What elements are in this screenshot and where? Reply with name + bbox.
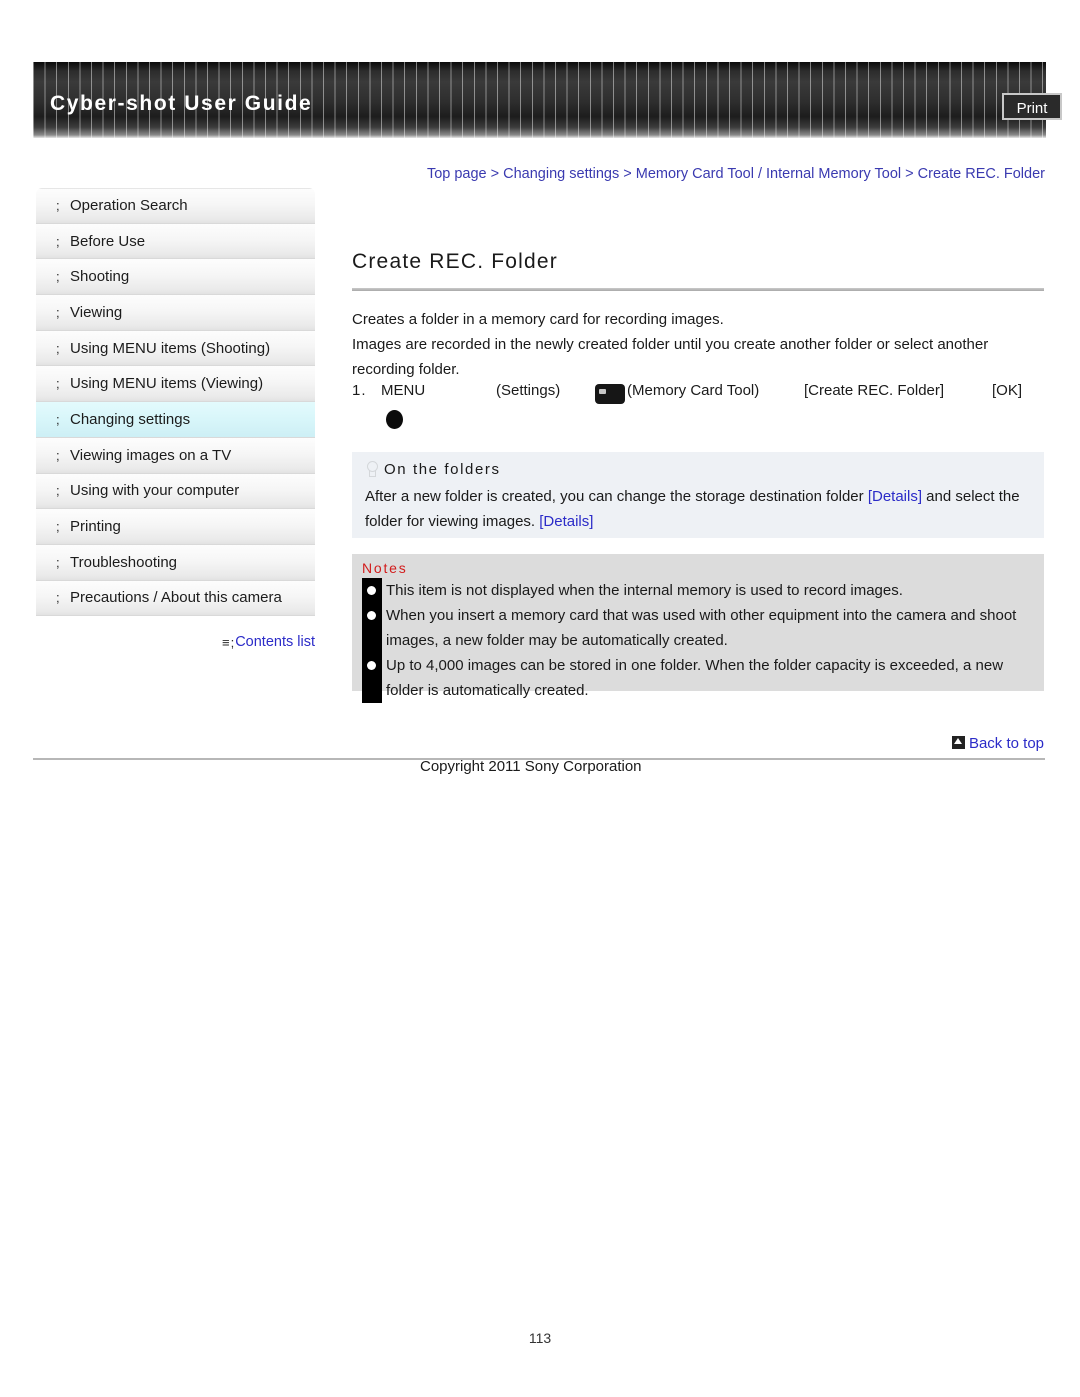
step-number: 1.	[352, 382, 367, 399]
sidebar-item-label: Precautions / About this camera	[70, 589, 282, 607]
step-settings-label: (Settings)	[496, 382, 561, 399]
breadcrumb[interactable]: Top page > Changing settings > Memory Ca…	[350, 162, 1045, 186]
contents-list-label: Contents list	[235, 634, 315, 650]
intro-text: Creates a folder in a memory card for re…	[352, 307, 1044, 382]
tip-heading: On the folders	[384, 460, 501, 478]
app-title: Cyber-shot User Guide	[50, 92, 313, 115]
sidebar-item-using-with-your-computer[interactable]: ; Using with your computer	[36, 473, 315, 510]
sidebar-item-printing[interactable]: ; Printing	[36, 509, 315, 545]
details-link-2[interactable]: [Details]	[539, 513, 593, 530]
intro-line-1: Creates a folder in a memory card for re…	[352, 311, 724, 328]
copyright-text: Copyright 2011 Sony Corporation	[420, 758, 642, 775]
sidebar-marker-icon: ;	[56, 340, 60, 356]
sidebar-marker-icon: ;	[56, 447, 60, 463]
sidebar-item-label: Using with your computer	[70, 482, 240, 500]
note-text: Up to 4,000 images can be stored in one …	[386, 657, 1004, 699]
sidebar-marker-icon: ;	[56, 376, 60, 392]
sidebar-item-precautions-about-this-camera[interactable]: ; Precautions / About this camera	[36, 580, 315, 617]
sidebar-item-label: Changing settings	[70, 410, 191, 428]
step-instruction-row: 1. MENU (Settings) (Memory Card Tool) [C…	[352, 382, 1044, 432]
sidebar-marker-icon: ;	[56, 411, 60, 427]
sidebar-marker-icon: ;	[56, 269, 60, 285]
sidebar-item-troubleshooting[interactable]: ; Troubleshooting	[36, 544, 315, 581]
sidebar-item-label: Viewing images on a TV	[70, 446, 232, 464]
contents-list-link[interactable]: ≡;Contents list	[36, 634, 315, 650]
note-item: Up to 4,000 images can be stored in one …	[362, 653, 1038, 703]
sidebar-item-label: Shooting	[70, 268, 130, 286]
sidebar-nav: ; Operation Search; Before Use; Shooting; Vi…	[36, 188, 315, 617]
sidebar-item-label: Printing	[70, 518, 121, 536]
sidebar-item-using-menu-items-viewing[interactable]: ; Using MENU items (Viewing)	[36, 366, 315, 403]
sidebar-marker-icon: ;	[56, 554, 60, 570]
notes-heading: Notes	[362, 560, 408, 576]
sidebar-marker-icon: ;	[56, 519, 60, 535]
step-create-rec-folder-label: [Create REC. Folder]	[804, 382, 945, 399]
step-menu-label: MENU	[381, 382, 426, 399]
page-number: 113	[528, 1330, 552, 1346]
sidebar-item-label: Operation Search	[70, 197, 188, 215]
sidebar-item-label: Troubleshooting	[70, 553, 178, 571]
sidebar-item-label: Before Use	[70, 232, 146, 250]
details-link-1[interactable]: [Details]	[868, 488, 922, 505]
tip-heading-row: On the folders	[364, 460, 1040, 478]
sidebar-item-changing-settings[interactable]: ; Changing settings	[36, 402, 315, 438]
sidebar-marker-icon: ;	[56, 483, 60, 499]
back-to-top-icon	[951, 736, 965, 749]
sidebar-item-operation-search[interactable]: ; Operation Search	[36, 188, 315, 224]
note-bullet-icon	[362, 578, 382, 603]
intro-line-2: Images are recorded in the newly created…	[352, 336, 989, 378]
note-item: This item is not displayed when the inte…	[362, 578, 1038, 603]
notes-box: Notes This item is not displayed when th…	[352, 554, 1044, 703]
sidebar-item-viewing-images-on-a-tv[interactable]: ; Viewing images on a TV	[36, 437, 315, 474]
step-ok-label: [OK]	[992, 382, 1023, 399]
sidebar-marker-icon: ;	[56, 233, 60, 249]
list-icon: ≡	[221, 635, 230, 650]
sidebar-item-label: Using MENU items (Shooting)	[70, 339, 271, 357]
menu-button-icon	[386, 410, 403, 429]
memory-card-icon	[595, 384, 625, 404]
note-text: This item is not displayed when the inte…	[386, 582, 903, 599]
back-to-top-link[interactable]: Back to top	[951, 735, 1044, 752]
step-memory-card-tool-label: (Memory Card Tool)	[627, 382, 760, 399]
sidebar-item-shooting[interactable]: ; Shooting	[36, 259, 315, 296]
sidebar-item-label: Using MENU items (Viewing)	[70, 375, 264, 393]
sidebar-item-before-use[interactable]: ; Before Use	[36, 223, 315, 260]
notes-list: This item is not displayed when the inte…	[362, 578, 1038, 703]
note-text: When you insert a memory card that was u…	[386, 607, 1017, 649]
sidebar-item-viewing[interactable]: ; Viewing	[36, 295, 315, 331]
sidebar-marker-icon: ;	[56, 304, 60, 320]
sidebar-marker-icon: ;	[56, 590, 60, 606]
tip-box: On the folders After a new folder is cre…	[352, 452, 1044, 538]
sidebar-marker-icon: ;	[56, 198, 60, 214]
title-divider	[352, 288, 1044, 291]
tip-text-1: After a new folder is created, you can c…	[365, 488, 868, 505]
sidebar-item-using-menu-items-shooting[interactable]: ; Using MENU items (Shooting)	[36, 330, 315, 367]
note-item: When you insert a memory card that was u…	[362, 603, 1038, 653]
sidebar-marker-icon: ;	[230, 635, 235, 650]
note-bullet-icon	[362, 653, 382, 703]
sidebar-item-label: Viewing	[70, 303, 123, 321]
back-to-top-label: Back to top	[968, 735, 1044, 752]
note-bullet-icon	[362, 603, 382, 653]
lightbulb-icon	[364, 460, 380, 478]
tip-body: After a new folder is created, you can c…	[364, 484, 1040, 534]
page-title: Create REC. Folder	[352, 250, 558, 273]
print-button[interactable]: Print	[1002, 93, 1062, 120]
